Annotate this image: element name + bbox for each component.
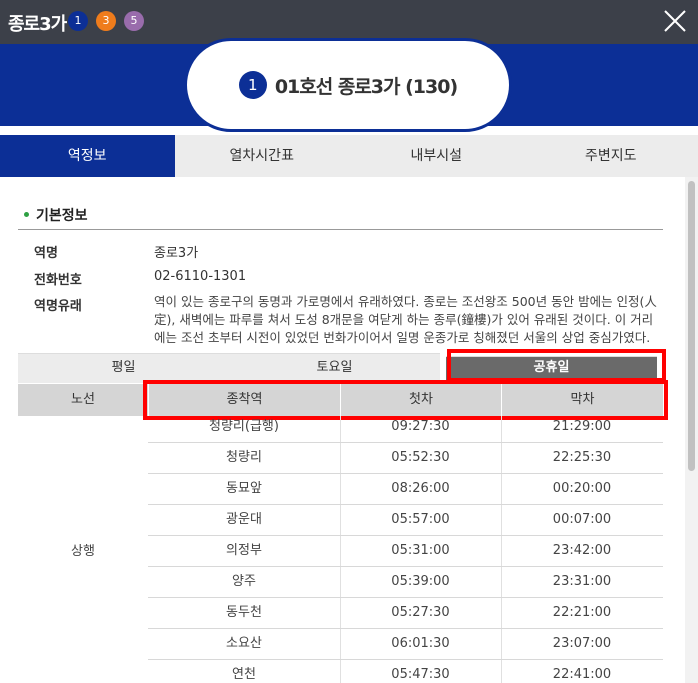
section-title: 기본정보 — [36, 208, 88, 224]
destination-cell: 동두천 — [226, 605, 262, 620]
table-row: 청량리(급행) 09:27:30 21:29:00 — [148, 412, 663, 443]
section-bullet-icon — [24, 212, 29, 217]
destination-cell: 청량리(급행) — [209, 419, 279, 434]
line-3-badge[interactable]: 3 — [96, 11, 116, 31]
destination-cell: 소요산 — [226, 636, 262, 651]
direction-label: 상행 — [71, 544, 95, 559]
tab-facilities[interactable]: 내부시설 — [349, 135, 524, 177]
table-row: 의정부 05:31:00 23:42:00 — [148, 536, 663, 567]
destination-cell: 광운대 — [226, 512, 262, 527]
phone-value: 02-6110-1301 — [154, 269, 247, 284]
phone-label: 전화번호 — [34, 273, 82, 288]
destination-cell: 의정부 — [226, 543, 262, 558]
first-train-cell: 05:57:00 — [391, 512, 450, 527]
close-icon[interactable] — [662, 8, 688, 34]
tab-saturday[interactable]: 토요일 — [229, 353, 440, 383]
origin-description: 역이 있는 종로구의 동명과 가로명에서 유래하였다. 종로는 조선왕조 500… — [154, 294, 657, 345]
last-train-cell: 00:07:00 — [552, 512, 612, 527]
tab-timetable[interactable]: 열차시간표 — [174, 135, 349, 177]
first-train-cell: 05:31:00 — [391, 543, 450, 558]
table-row: 청량리 05:52:30 22:25:30 — [148, 443, 663, 474]
station-title: 종로3가 — [8, 14, 67, 35]
first-train-cell: 05:47:30 — [391, 667, 450, 682]
first-train-cell: 06:01:30 — [391, 636, 450, 651]
station-name-label: 역명 — [34, 246, 58, 261]
table-row: 소요산 06:01:30 23:07:00 — [148, 629, 663, 660]
holiday-tab-highlight — [447, 349, 666, 382]
table-row: 동묘앞 08:26:00 00:20:00 — [148, 474, 663, 505]
section-divider — [18, 229, 663, 230]
destination-cell: 청량리 — [226, 450, 262, 465]
main-tabs: 역정보 열차시간표 내부시설 주변지도 — [0, 135, 698, 177]
table-row: 양주 05:39:00 23:31:00 — [148, 567, 663, 598]
tab-weekday[interactable]: 평일 — [18, 353, 229, 383]
tab-station-info[interactable]: 역정보 — [0, 135, 175, 177]
first-train-cell: 08:26:00 — [391, 481, 450, 496]
station-name-pill: 1 01호선 종로3가 (130) — [184, 38, 512, 132]
first-train-cell: 09:27:30 — [391, 419, 450, 434]
scrollbar-thumb[interactable] — [688, 181, 695, 471]
tab-area-map[interactable]: 주변지도 — [523, 135, 698, 177]
last-train-cell: 22:25:30 — [552, 450, 612, 465]
direction-cell: 상행 — [18, 416, 148, 683]
destination-cell: 동묘앞 — [226, 481, 262, 496]
station-name-value: 종로3가 — [154, 246, 199, 261]
line-5-badge[interactable]: 5 — [124, 11, 144, 31]
line-number-badge: 1 — [238, 71, 267, 99]
first-train-cell: 05:27:30 — [391, 605, 450, 620]
last-train-cell: 21:29:00 — [552, 419, 612, 434]
destination-cell: 연천 — [232, 667, 256, 682]
last-train-cell: 23:07:00 — [552, 636, 612, 651]
last-train-cell: 00:20:00 — [552, 481, 612, 496]
vertical-scrollbar[interactable] — [685, 177, 698, 683]
table-row: 광운대 05:57:00 00:07:00 — [148, 505, 663, 536]
origin-label: 역명유래 — [34, 299, 82, 314]
table-row: 연천 05:47:30 22:41:00 — [148, 660, 663, 683]
last-train-cell: 23:42:00 — [552, 543, 612, 558]
destination-cell: 양주 — [232, 574, 256, 589]
table-row: 동두천 05:27:30 22:21:00 — [148, 598, 663, 629]
first-train-cell: 05:39:00 — [391, 574, 450, 589]
last-train-cell: 22:21:00 — [552, 605, 612, 620]
first-train-cell: 05:52:30 — [391, 450, 450, 465]
content-area: 기본정보 역명 종로3가 전화번호 02-6110-1301 역명유래 역이 있… — [0, 177, 685, 683]
last-train-cell: 23:31:00 — [552, 574, 612, 589]
line-1-badge[interactable]: 1 — [68, 11, 88, 31]
last-train-cell: 22:41:00 — [552, 667, 612, 682]
col-line-header: 노선 — [71, 392, 95, 407]
station-full-name: 01호선 종로3가 (130) — [274, 75, 458, 98]
